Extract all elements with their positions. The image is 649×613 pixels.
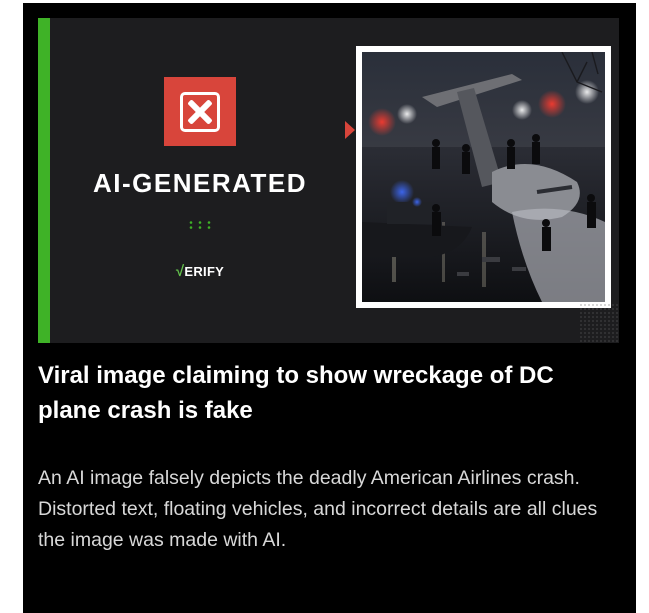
verify-logo-text: ERIFY — [184, 264, 225, 279]
ai-generated-label: AI-GENERATED — [93, 168, 307, 198]
texture-dots — [579, 303, 619, 343]
triangle-right-icon — [345, 121, 355, 139]
article-summary: An AI image falsely depicts the deadly A… — [38, 467, 598, 551]
close-icon — [164, 77, 236, 146]
crash-photo — [356, 46, 611, 308]
accent-bar — [38, 18, 50, 343]
verify-logo: √ERIFY — [164, 263, 236, 280]
dots-icon — [189, 221, 211, 229]
crash-scene-image — [362, 52, 605, 302]
article-headline[interactable]: Viral image claiming to show wreckage of… — [38, 358, 623, 428]
article-card[interactable]: AI-GENERATED √ERIFY Viral image claiming… — [23, 3, 636, 613]
article-thumbnail[interactable]: AI-GENERATED √ERIFY — [38, 18, 619, 343]
